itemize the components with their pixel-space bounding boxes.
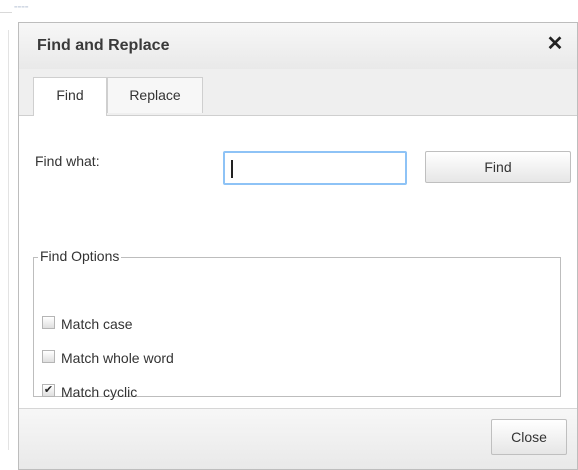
option-match-cyclic[interactable]: ✔ Match cyclic	[42, 382, 137, 400]
tab-bar: Find Replace	[19, 69, 577, 116]
find-options-group: Find Options Match case Match whole word…	[33, 248, 561, 400]
close-button[interactable]: Close	[491, 419, 567, 455]
dialog-title: Find and Replace	[37, 37, 170, 54]
close-icon[interactable]: ✕	[543, 32, 567, 56]
dialog-footer: Close	[19, 408, 577, 469]
match-case-checkbox[interactable]	[42, 315, 55, 329]
find-what-input[interactable]	[223, 151, 407, 185]
find-what-label: Find what:	[35, 153, 100, 169]
tab-find[interactable]: Find	[33, 77, 107, 116]
match-cyclic-label: Match cyclic	[61, 384, 138, 401]
dialog-titlebar: Find and Replace ✕	[19, 23, 577, 70]
find-button[interactable]: Find	[425, 151, 571, 183]
background-divider	[0, 12, 12, 13]
option-match-whole-word[interactable]: Match whole word	[42, 348, 174, 366]
match-whole-word-label: Match whole word	[61, 350, 174, 367]
match-whole-word-checkbox[interactable]	[42, 349, 55, 363]
background-fragment: ╌╌	[14, 0, 29, 14]
find-options-legend: Find Options	[38, 248, 122, 264]
tab-replace[interactable]: Replace	[107, 77, 203, 113]
find-replace-dialog: Find and Replace ✕ Find Replace Find wha…	[18, 22, 578, 470]
match-cyclic-checkbox[interactable]: ✔	[42, 383, 55, 397]
option-match-case[interactable]: Match case	[42, 314, 133, 332]
text-cursor	[231, 160, 233, 178]
match-case-label: Match case	[61, 316, 133, 333]
background-divider	[8, 30, 9, 450]
